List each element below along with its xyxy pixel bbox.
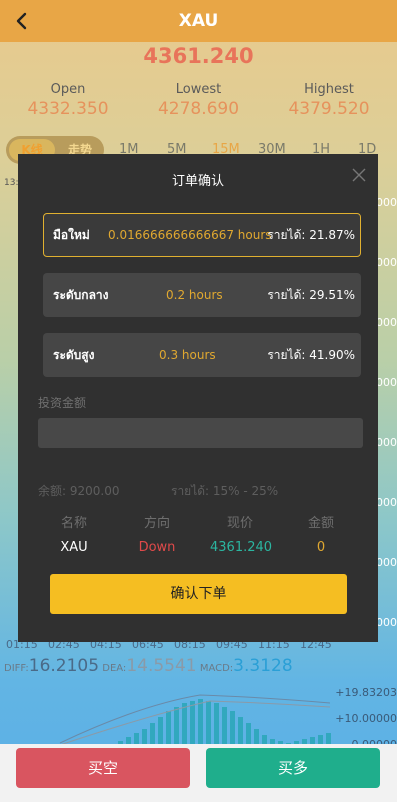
diff-value: 16.2105 (28, 656, 100, 676)
stat-label: Open (50, 82, 86, 97)
stats-row: Open 4332.350 Lowest 4278.690 Highest 43… (8, 76, 389, 128)
stat-lowest: Lowest 4278.690 (139, 76, 259, 128)
option-yield: รายได้: 41.90% (267, 348, 355, 362)
macd-bar (166, 711, 171, 747)
macd-value: 3.3128 (233, 656, 293, 676)
row-name: XAU (60, 540, 88, 555)
row-price: 4361.240 (210, 540, 273, 555)
stat-value: 4278.690 (157, 99, 240, 119)
option-label: ระดับกลาง (53, 288, 109, 302)
bottom-action-bar: 买空 买多 (0, 744, 397, 802)
income-range-text: รายได้: 15% - 25% (171, 484, 279, 498)
option-label: ระดับสูง (53, 348, 95, 362)
confirm-order-button[interactable]: 确认下单 (50, 574, 347, 614)
price-tick: 000 (376, 436, 397, 449)
option-duration: 0.3 hours (159, 348, 216, 362)
price-tick: 000 (376, 616, 397, 629)
row-direction: Down (138, 540, 176, 555)
page-title: XAU (178, 11, 219, 31)
macd-bar (238, 717, 243, 747)
option-duration: 0.016666666666667 hours (108, 228, 272, 242)
top-bar: XAU (0, 0, 397, 42)
header-price: 现价 (226, 516, 253, 531)
macd-bar (230, 711, 235, 747)
macd-bar (190, 701, 195, 747)
buy-long-button[interactable]: 买多 (206, 748, 380, 788)
stat-value: 4379.520 (288, 99, 370, 119)
price-tick: 000 (376, 256, 397, 269)
back-arrow-icon[interactable] (12, 11, 32, 31)
price-tick: 000 (376, 496, 397, 509)
option-intermediate[interactable]: ระดับกลาง 0.2 hours รายได้: 29.51% (43, 273, 361, 317)
investment-input[interactable] (38, 418, 363, 448)
modal-title: 订单确认 (171, 174, 224, 189)
chart-time-label: 13: (4, 178, 19, 188)
macd-bar (182, 703, 187, 747)
stat-open: Open 4332.350 (8, 76, 128, 128)
header-amount: 金额 (307, 516, 334, 531)
macd-bar (206, 701, 211, 747)
price-tick: 000 (376, 556, 397, 569)
option-label: มือใหม่ (53, 228, 90, 242)
header-name: 名称 (60, 516, 87, 531)
buy-short-button[interactable]: 买空 (16, 748, 190, 788)
macd-readout: DIFF:16.2105 DEA:14.5541 MACD:3.3128 (4, 656, 293, 676)
option-yield: รายได้: 29.51% (267, 288, 355, 302)
stat-value: 4332.350 (27, 99, 109, 119)
dea-label: DEA: (102, 663, 127, 674)
option-beginner[interactable]: มือใหม่ 0.016666666666667 hours รายได้: … (43, 213, 361, 257)
header-direction: 方向 (143, 516, 170, 531)
price-tick: 000 (376, 316, 397, 329)
diff-label: DIFF: (4, 663, 29, 674)
order-confirm-modal: 订单确认 มือใหม่ 0.016666666666667 hours ราย… (18, 154, 378, 642)
option-yield: รายได้: 21.87% (267, 228, 355, 242)
close-icon[interactable] (352, 168, 366, 182)
option-advanced[interactable]: ระดับสูง 0.3 hours รายได้: 41.90% (43, 333, 361, 377)
macd-bar (174, 707, 179, 747)
price-tick: 000 (376, 376, 397, 389)
current-price: 4361.240 (143, 44, 254, 68)
macd-histogram (59, 694, 331, 747)
stat-label: Lowest (175, 82, 222, 97)
balance-text: 余额: 9200.00 (38, 484, 120, 498)
macd-bar (222, 707, 227, 747)
macd-bar (158, 717, 163, 747)
macd-bar (214, 703, 219, 747)
stat-label: Highest (304, 82, 354, 97)
macd-label: MACD: (199, 663, 234, 674)
row-amount: 0 (316, 540, 326, 555)
option-duration: 0.2 hours (166, 288, 223, 302)
dea-value: 14.5541 (126, 656, 197, 676)
stat-highest: Highest 4379.520 (269, 76, 389, 128)
macd-bar (198, 699, 203, 747)
investment-label: 投资金额 (38, 396, 87, 410)
macd-bars (118, 699, 331, 747)
